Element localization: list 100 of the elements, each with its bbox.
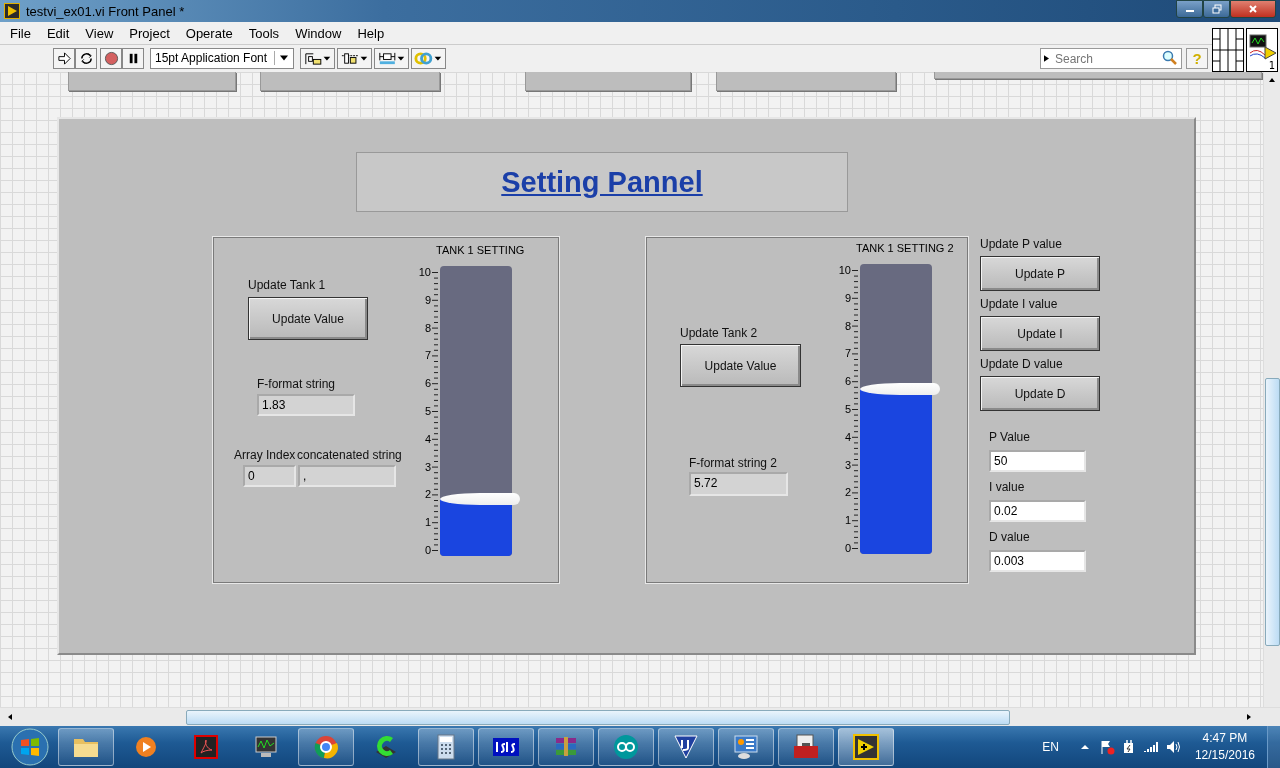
language-indicator[interactable]: EN <box>1042 740 1059 754</box>
menu-item[interactable]: File <box>2 25 39 41</box>
update-value-button[interactable]: Update Value <box>248 297 368 340</box>
distribute-button[interactable] <box>337 47 372 69</box>
scroll-thumb[interactable] <box>1265 378 1280 646</box>
window-title: testvi_ex01.vi Front Panel * <box>26 3 185 19</box>
taskbar-button[interactable] <box>718 728 774 766</box>
flag-icon[interactable] <box>1098 739 1115 755</box>
scale-label: 2 <box>843 485 851 500</box>
scale-label: 1 <box>423 515 431 530</box>
signal-icon[interactable] <box>1142 739 1159 755</box>
start-button[interactable] <box>10 727 50 767</box>
search-field[interactable]: Search <box>1040 48 1182 69</box>
pdf-icon <box>191 732 221 762</box>
menu-item[interactable]: Project <box>121 25 178 41</box>
align-button[interactable] <box>300 47 335 69</box>
connector-pane-icon <box>1212 28 1244 72</box>
taskbar-button[interactable] <box>58 728 114 766</box>
scale-label: 0 <box>843 541 851 555</box>
restore-button[interactable] <box>1203 0 1230 18</box>
menu-item[interactable]: Window <box>287 25 350 41</box>
control-label: D value <box>989 530 1031 544</box>
update-button[interactable]: Update I <box>980 316 1100 351</box>
control-label: Update P value <box>980 237 1063 251</box>
scale-label: 8 <box>423 320 431 335</box>
panel-heading: Setting Pannel <box>501 165 703 199</box>
cycle-arrows-icon <box>78 50 94 66</box>
string-indicator: , <box>298 465 396 487</box>
indicator-label: Array Index <box>234 448 296 462</box>
scale-label: 1 <box>843 513 851 528</box>
menu-item[interactable]: Operate <box>177 25 241 41</box>
menu-item[interactable]: View <box>77 25 122 41</box>
taskbar-button[interactable] <box>838 728 894 766</box>
index-indicator: 0 <box>243 465 296 487</box>
scale-label: 3 <box>423 459 431 474</box>
numeric-control[interactable]: 0.003 <box>989 550 1086 572</box>
close-icon <box>1248 4 1258 14</box>
menu-item[interactable]: Help <box>349 25 393 41</box>
control-label: Update D value <box>980 357 1064 371</box>
update-value-button[interactable]: Update Value <box>680 344 801 387</box>
string-indicator: 1.83 <box>257 394 355 416</box>
waveform-icon <box>1247 33 1277 63</box>
horizontal-scrollbar[interactable] <box>0 707 1280 726</box>
scroll-thumb[interactable] <box>186 709 1010 725</box>
run-button[interactable] <box>53 47 75 69</box>
scale-label: 9 <box>843 290 851 305</box>
vertical-scrollbar[interactable] <box>1263 72 1280 707</box>
arrow-icon <box>56 50 72 66</box>
minimize-button[interactable] <box>1176 0 1203 18</box>
font-dropdown[interactable]: 15pt Application Font <box>150 47 294 69</box>
scale-label: 0 <box>423 543 431 557</box>
scale-label: 4 <box>423 431 431 446</box>
update-button[interactable]: Update P <box>980 256 1100 291</box>
tank-label: TANK 1 SETTING 2 <box>856 242 954 254</box>
pause-button[interactable] <box>122 47 144 69</box>
taskbar-button[interactable] <box>298 728 354 766</box>
abort-button[interactable] <box>100 47 122 69</box>
control-label: Update I value <box>980 297 1059 311</box>
scale-label: 10 <box>417 265 431 279</box>
control-label: I value <box>989 480 1026 494</box>
indicator-label: F-format string 2 <box>689 456 778 470</box>
scale-label: 7 <box>843 346 851 361</box>
taskbar-button[interactable] <box>598 728 654 766</box>
run-continuously-button[interactable] <box>75 47 97 69</box>
scale-label: 8 <box>843 318 851 333</box>
control-panel-icon <box>731 732 761 762</box>
search-icon <box>1162 49 1178 66</box>
control-label: P Value <box>989 430 1031 444</box>
numeric-control[interactable]: 0.02 <box>989 500 1086 522</box>
stop-icon <box>103 50 119 66</box>
taskbar-button[interactable] <box>418 728 474 766</box>
scale-label: 5 <box>843 402 851 416</box>
taskbar-button[interactable] <box>658 728 714 766</box>
scale-label: 6 <box>423 376 431 391</box>
expand-icon <box>1044 54 1049 62</box>
tank-label: TANK 1 SETTING <box>436 244 525 256</box>
string-indicator: 5.72 <box>689 472 788 496</box>
scale-label: 7 <box>423 348 431 363</box>
numeric-control[interactable]: 50 <box>989 450 1086 472</box>
taskbar-button[interactable] <box>778 728 834 766</box>
speaker-icon[interactable] <box>1164 739 1181 755</box>
scale-label: 2 <box>423 487 431 502</box>
close-button[interactable] <box>1230 0 1276 18</box>
update-button[interactable]: Update D <box>980 376 1100 411</box>
menu-item[interactable]: Edit <box>38 25 78 41</box>
menu-item[interactable]: Tools <box>240 25 288 41</box>
indicator-label: concatenated string <box>297 448 402 462</box>
scale-label: 9 <box>423 292 431 307</box>
resize-button[interactable] <box>374 47 409 69</box>
infinity-icon <box>611 732 641 762</box>
show-desktop-button[interactable] <box>1267 726 1280 768</box>
control-label: Update Tank 1 <box>248 278 326 292</box>
clock[interactable]: 4:47 PM 12/15/2016 <box>1194 730 1255 764</box>
app-icon <box>4 3 20 19</box>
control-label: Update Tank 2 <box>680 326 758 340</box>
scale-label: 6 <box>843 374 851 389</box>
slider-thumb[interactable] <box>440 493 520 506</box>
scale-label: 5 <box>423 404 431 418</box>
taskbar-button[interactable] <box>478 728 534 766</box>
scale-label: 4 <box>843 429 851 444</box>
